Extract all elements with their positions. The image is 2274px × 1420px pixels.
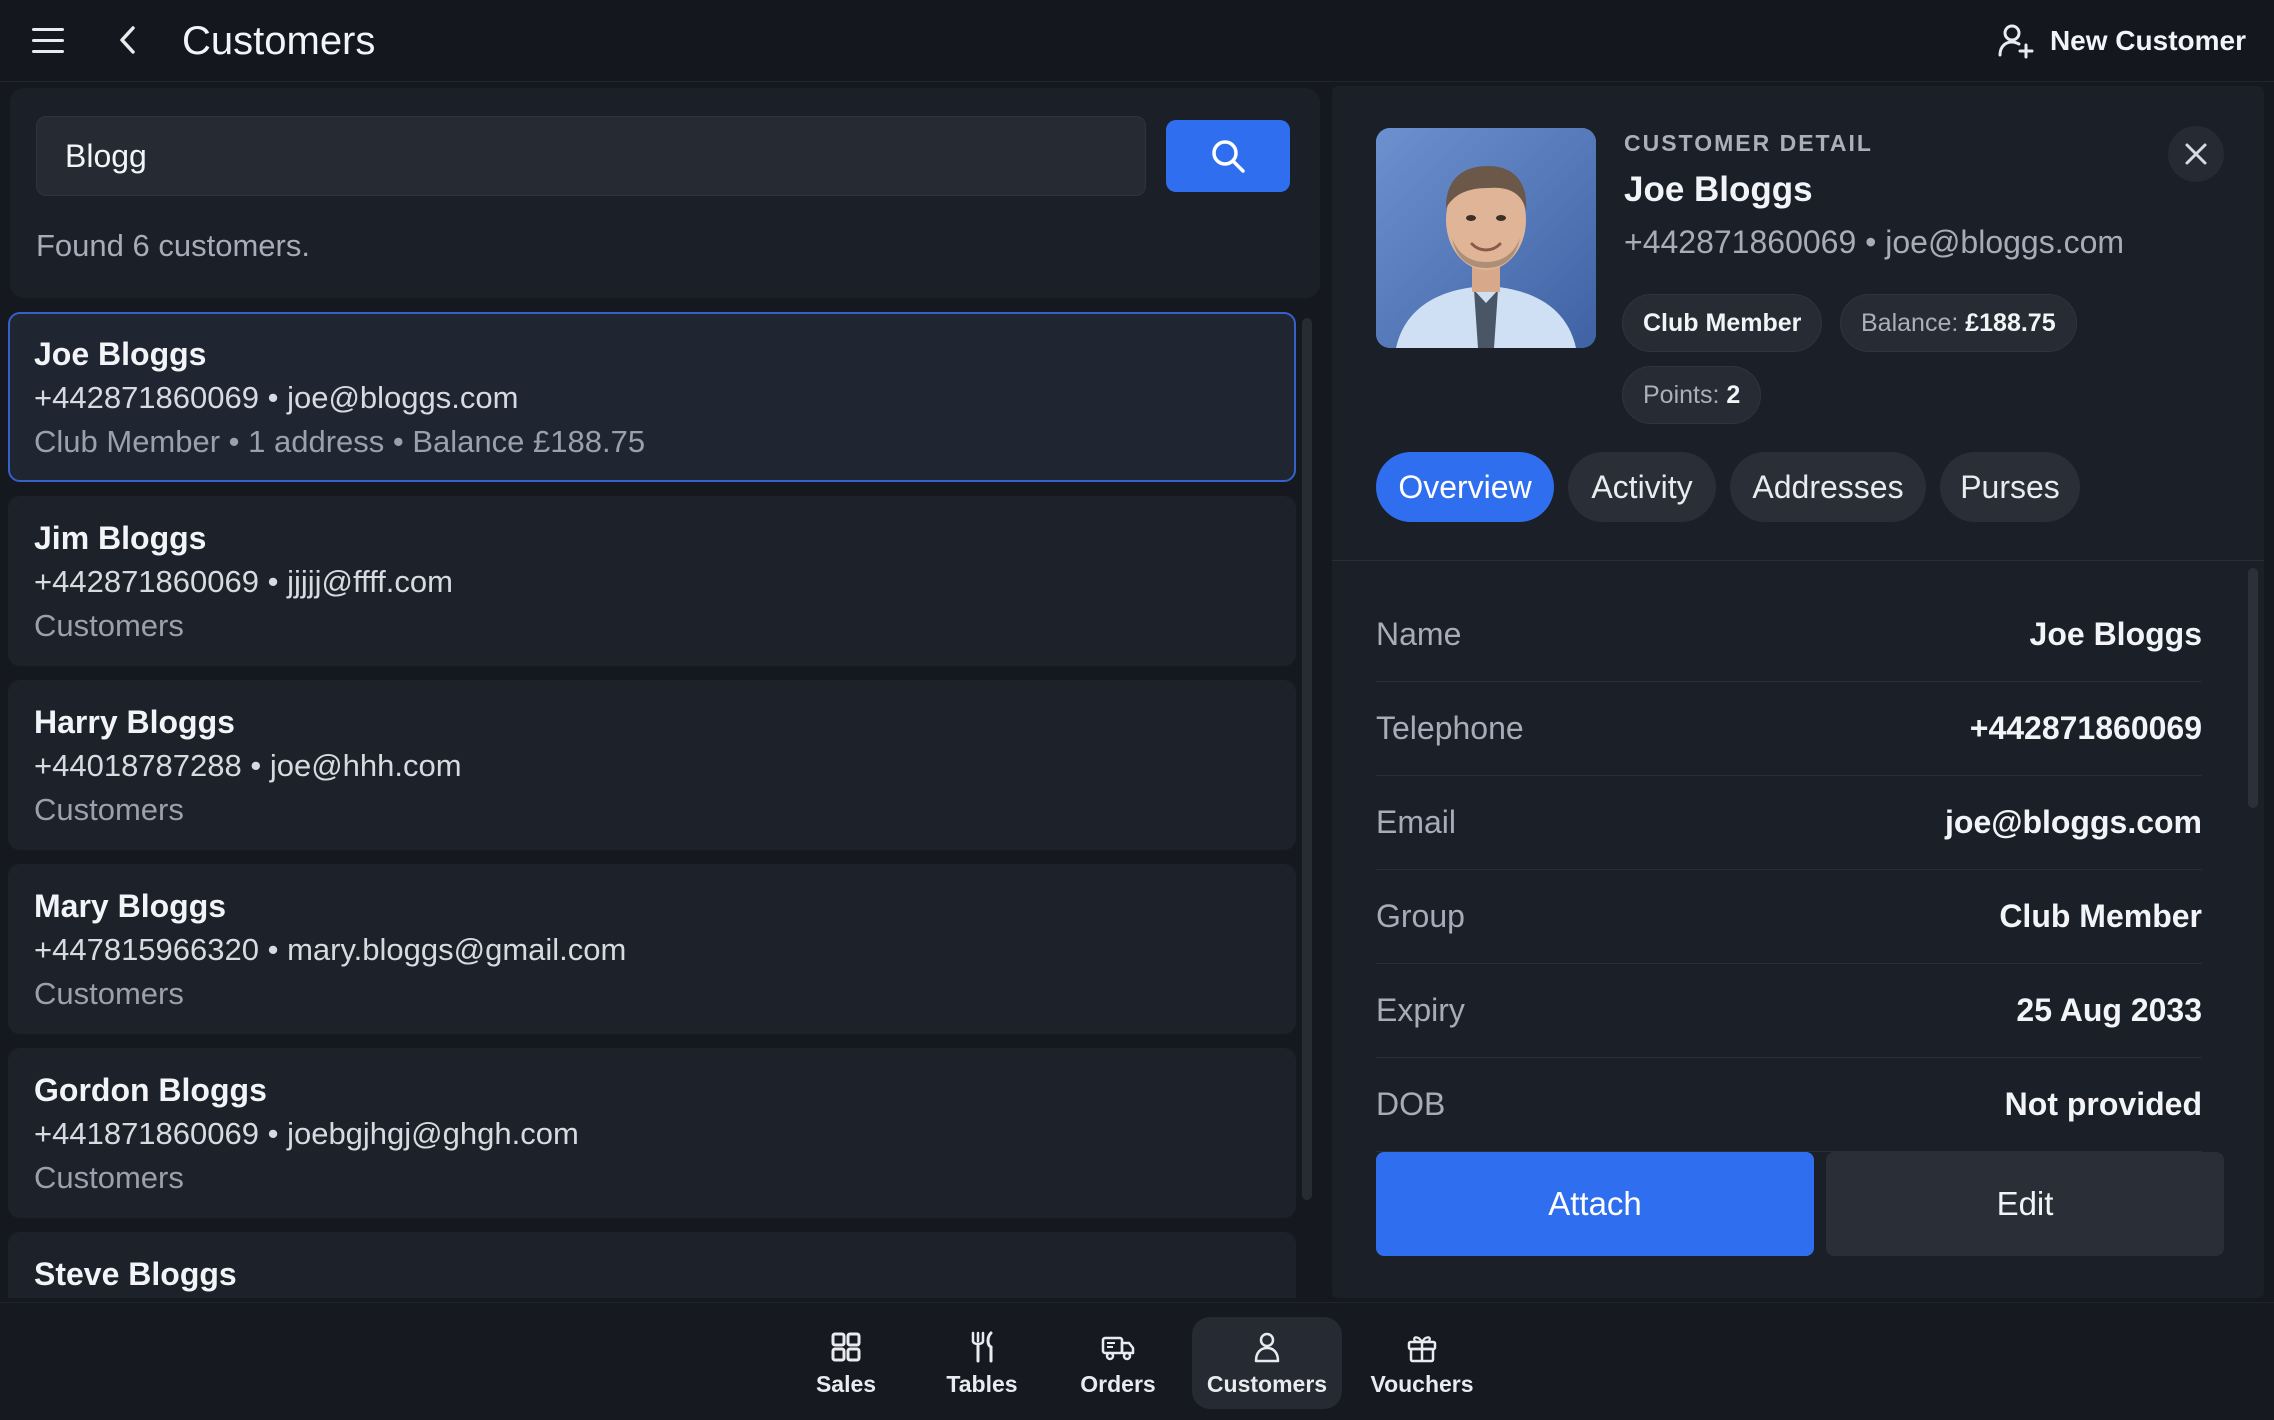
balance-chip: Balance: £188.75: [1840, 294, 2077, 352]
customer-result-card[interactable]: Jim Bloggs +442871860069 • jjjjj@ffff.co…: [8, 496, 1296, 666]
search-input[interactable]: [36, 116, 1146, 196]
add-user-icon: [1998, 24, 2034, 59]
app-root: Customers New Customer Found 6 customers…: [0, 0, 2274, 1420]
balance-label: Balance:: [1861, 309, 1959, 337]
field-value: Not provided: [2004, 1086, 2202, 1122]
page-title: Customers: [182, 19, 376, 63]
nav-item-sales[interactable]: Sales: [800, 1317, 892, 1409]
customer-result-card[interactable]: Mary Bloggs +447815966320 • mary.bloggs@…: [8, 864, 1296, 1034]
nav-label: Tables: [946, 1370, 1018, 1397]
field-value: joe@bloggs.com: [1945, 804, 2202, 840]
top-bar: Customers New Customer: [0, 0, 2274, 82]
tab-addresses[interactable]: Addresses: [1730, 452, 1926, 522]
close-detail-button[interactable]: [2168, 126, 2224, 182]
tab-activity[interactable]: Activity: [1568, 452, 1716, 522]
field-row-email: Email joe@bloggs.com: [1376, 776, 2202, 870]
bottom-nav: Sales Tables Orders Customers Vouchers: [0, 1302, 2274, 1420]
menu-icon[interactable]: [28, 22, 72, 60]
field-label: Telephone: [1376, 710, 1524, 746]
customer-name: Mary Bloggs: [34, 888, 227, 924]
tab-divider: [1332, 560, 2264, 561]
fork-knife-icon: [971, 1331, 993, 1362]
customer-name: Joe Bloggs: [34, 336, 207, 372]
customer-contact: +447815966320 • mary.bloggs@gmail.com: [34, 932, 627, 967]
detail-kicker: CUSTOMER DETAIL: [1624, 130, 1873, 156]
new-customer-button[interactable]: New Customer: [1996, 18, 2246, 64]
results-count: Found 6 customers.: [36, 228, 310, 263]
customer-meta: Customers: [34, 1160, 184, 1195]
points-value: 2: [1726, 381, 1741, 409]
customer-meta: Customers: [34, 976, 184, 1011]
detail-customer-name: Joe Bloggs: [1624, 170, 1813, 209]
points-chip: Points: 2: [1622, 366, 1762, 424]
points-label: Points:: [1643, 381, 1720, 409]
field-value: Club Member: [1999, 898, 2202, 934]
customer-result-card[interactable]: Steve Bloggs: [8, 1232, 1296, 1298]
edit-button[interactable]: Edit: [1826, 1152, 2224, 1256]
field-row-name: Name Joe Bloggs: [1376, 588, 2202, 682]
detail-contact: +442871860069 • joe@bloggs.com: [1624, 224, 2125, 260]
field-row-expiry: Expiry 25 Aug 2033: [1376, 964, 2202, 1058]
customer-results-list[interactable]: Joe Bloggs +442871860069 • joe@bloggs.co…: [8, 312, 1296, 1298]
customer-contact: +44018787288 • joe@hhh.com: [34, 748, 462, 783]
user-icon: [1254, 1332, 1280, 1362]
customer-name: Harry Bloggs: [34, 704, 235, 740]
delivery-truck-icon: [1101, 1336, 1135, 1360]
field-row-dob: DOB Not provided: [1376, 1058, 2202, 1152]
field-label: Name: [1376, 616, 1462, 652]
attach-button[interactable]: Attach: [1376, 1152, 1814, 1256]
close-icon: [2185, 143, 2207, 165]
search-button[interactable]: [1166, 120, 1290, 192]
new-customer-label: New Customer: [2049, 25, 2246, 56]
customer-result-card[interactable]: Harry Bloggs +44018787288 • joe@hhh.com …: [8, 680, 1296, 850]
field-label: Email: [1376, 804, 1457, 840]
customer-result-card[interactable]: Joe Bloggs +442871860069 • joe@bloggs.co…: [8, 312, 1296, 482]
customer-meta: Customers: [34, 608, 184, 643]
nav-label: Vouchers: [1370, 1370, 1474, 1397]
field-label: DOB: [1376, 1086, 1446, 1122]
field-label: Expiry: [1376, 992, 1465, 1028]
field-row-group: Group Club Member: [1376, 870, 2202, 964]
back-icon[interactable]: [108, 20, 148, 60]
search-icon: [1212, 140, 1245, 173]
nav-label: Sales: [815, 1370, 877, 1397]
customer-name: Steve Bloggs: [34, 1256, 237, 1292]
tab-purses[interactable]: Purses: [1940, 452, 2080, 522]
nav-item-customers[interactable]: Customers: [1192, 1317, 1342, 1409]
customer-meta: Club Member • 1 address • Balance £188.7…: [34, 424, 646, 459]
tab-overview[interactable]: Overview: [1376, 452, 1554, 522]
field-row-telephone: Telephone +442871860069: [1376, 682, 2202, 776]
field-label: Group: [1376, 898, 1465, 934]
nav-item-tables[interactable]: Tables: [928, 1317, 1036, 1409]
customer-contact: +442871860069 • jjjjj@ffff.com: [34, 564, 453, 599]
customer-meta: Customers: [34, 792, 184, 827]
field-value: 25 Aug 2033: [2016, 992, 2202, 1028]
detail-fields: Name Joe Bloggs Telephone +442871860069 …: [1376, 588, 2202, 1196]
search-panel: Found 6 customers.: [10, 88, 1320, 298]
results-scrollbar[interactable]: [1302, 318, 1312, 1200]
customer-contact: +442871860069 • joe@bloggs.com: [34, 380, 519, 415]
customer-contact: +441871860069 • joebgjhgj@ghgh.com: [34, 1116, 579, 1151]
field-value: Joe Bloggs: [2029, 616, 2202, 652]
gift-icon: [1407, 1335, 1437, 1362]
customer-result-card[interactable]: Gordon Bloggs +441871860069 • joebgjhgj@…: [8, 1048, 1296, 1218]
nav-item-orders[interactable]: Orders: [1068, 1317, 1168, 1409]
field-value: +442871860069: [1969, 710, 2202, 746]
customer-name: Gordon Bloggs: [34, 1072, 267, 1108]
nav-label: Orders: [1080, 1370, 1156, 1397]
customer-detail-panel: CUSTOMER DETAIL Joe Bloggs +442871860069…: [1332, 86, 2264, 1298]
grid-icon: [831, 1332, 861, 1361]
nav-label: Customers: [1206, 1370, 1328, 1397]
fields-scrollbar[interactable]: [2248, 568, 2258, 808]
customer-avatar: [1376, 128, 1596, 348]
balance-value: £188.75: [1965, 309, 2056, 337]
group-chip: Club Member: [1622, 294, 1823, 352]
nav-item-vouchers[interactable]: Vouchers: [1368, 1317, 1476, 1409]
customer-name: Jim Bloggs: [34, 520, 207, 556]
